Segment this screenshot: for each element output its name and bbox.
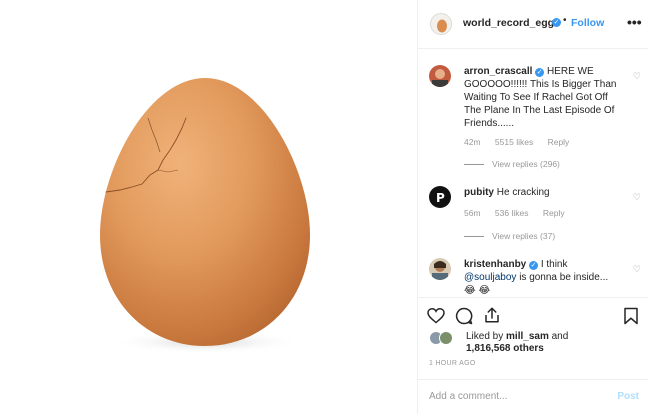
post-button[interactable]: Post (617, 391, 639, 402)
bookmark-icon[interactable] (623, 307, 639, 325)
heart-icon[interactable] (427, 308, 445, 324)
comment-body-cont: is gonna be inside... (519, 272, 609, 283)
post-header: world_record_egg ✓ • Follow ••• (418, 0, 648, 49)
comment-age: 56m (464, 208, 481, 218)
comment-meta: 42m 5515 likes Reply (464, 137, 581, 147)
avatar[interactable]: P (429, 186, 451, 208)
verified-badge-icon: ✓ (535, 68, 545, 77)
comment-username[interactable]: pubity (464, 187, 494, 198)
svg-text:P: P (436, 191, 445, 205)
divider (464, 236, 484, 238)
egg-image (100, 78, 310, 354)
post-image[interactable] (0, 0, 416, 414)
heart-icon[interactable]: ♡ (633, 192, 641, 203)
separator-dot: • (563, 15, 567, 26)
comments-list[interactable]: arron_crascall ✓ HERE WE GOOOOO!!!!!! Th… (418, 50, 648, 296)
more-dots-icon[interactable]: ••• (627, 14, 642, 30)
emoji-text: 😂 😂 (464, 285, 491, 296)
mention-link[interactable]: @souljaboy (464, 272, 516, 283)
divider (464, 164, 484, 166)
view-replies-button[interactable]: View replies (296) (464, 159, 560, 169)
comment-text: kristenhanby ✓ I think @souljaboy is gon… (464, 258, 626, 296)
comment-body: He cracking (496, 187, 550, 198)
avatar[interactable] (429, 258, 451, 280)
comment-text: pubity He cracking (464, 186, 626, 199)
add-comment-input[interactable]: Add a comment... (429, 391, 507, 402)
avatar[interactable] (429, 65, 451, 87)
post-username[interactable]: world_record_egg (463, 17, 554, 29)
share-icon[interactable] (483, 306, 501, 324)
likes-count[interactable]: 1,816,568 others (466, 343, 544, 354)
add-comment-bar: Add a comment... Post (418, 379, 648, 414)
reply-button[interactable]: Reply (543, 208, 565, 218)
view-replies-button[interactable]: View replies (37) (464, 231, 555, 241)
liked-by-user[interactable]: mill_sam (506, 331, 549, 342)
heart-icon[interactable]: ♡ (633, 264, 641, 275)
liked-by-prefix: Liked by (466, 331, 504, 342)
comment-body: I think (540, 259, 568, 270)
post-side-panel: world_record_egg ✓ • Follow ••• arron_cr… (417, 0, 648, 414)
verified-badge-icon: ✓ (529, 261, 539, 270)
post-timestamp[interactable]: 1 HOUR AGO (429, 360, 476, 367)
comment-username[interactable]: arron_crascall (464, 66, 532, 77)
avatar[interactable] (439, 331, 453, 345)
follow-button[interactable]: Follow (571, 17, 604, 29)
heart-icon[interactable]: ♡ (633, 71, 641, 82)
liked-by-and: and (551, 331, 569, 342)
avatar[interactable] (430, 13, 452, 35)
reply-button[interactable]: Reply (548, 137, 570, 147)
liked-by-text: Liked by mill_sam and 1,816,568 others (466, 331, 568, 355)
comment-age: 42m (464, 137, 481, 147)
comment-username[interactable]: kristenhanby (464, 259, 526, 270)
verified-badge-icon: ✓ (552, 18, 561, 27)
comment-likes[interactable]: 536 likes (495, 208, 529, 218)
comment-likes[interactable]: 5515 likes (495, 137, 533, 147)
comment-icon[interactable] (455, 307, 473, 325)
likes-summary: Liked by mill_sam and 1,816,568 others (428, 329, 643, 355)
comment-text: arron_crascall ✓ HERE WE GOOOOO!!!!!! Th… (464, 65, 626, 130)
comment-meta: 56m 536 likes Reply (464, 208, 577, 218)
